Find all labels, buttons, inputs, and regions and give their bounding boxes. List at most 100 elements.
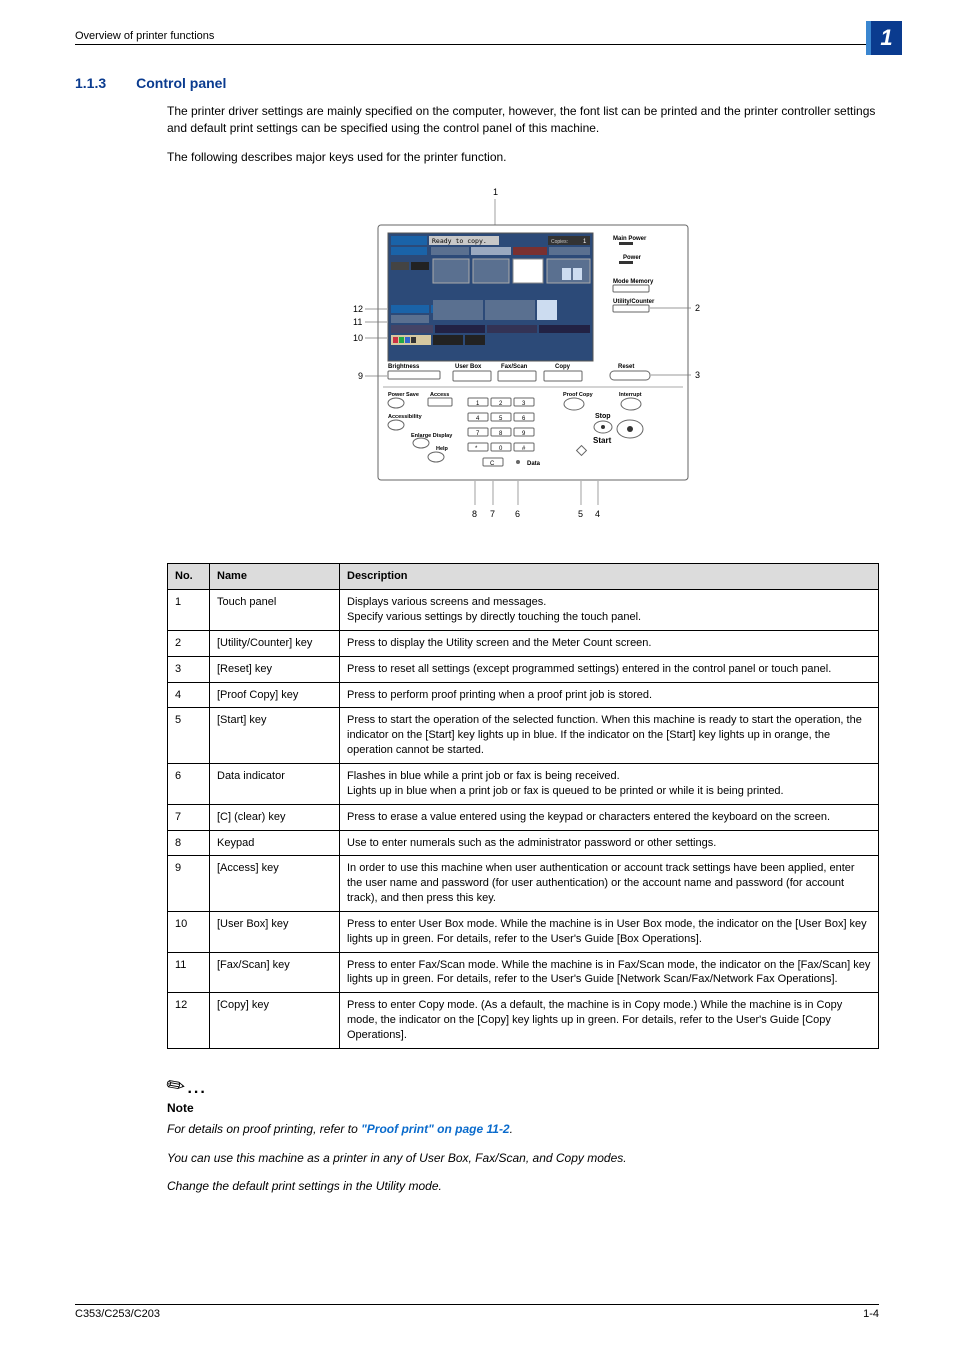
svg-text:2: 2	[695, 303, 700, 313]
section-title: Control panel	[136, 75, 226, 91]
table-row: 2[Utility/Counter] keyPress to display t…	[168, 630, 879, 656]
cell-name: [Reset] key	[210, 656, 340, 682]
svg-text:5: 5	[578, 509, 583, 519]
svg-text:12: 12	[353, 304, 363, 314]
note-icon: ✎...	[167, 1073, 879, 1099]
cell-desc: Press to display the Utility screen and …	[340, 630, 879, 656]
svg-text:Utility/Counter: Utility/Counter	[613, 299, 655, 305]
note-1: For details on proof printing, refer to …	[167, 1121, 879, 1138]
note-1-pre: For details on proof printing, refer to	[167, 1122, 361, 1136]
cell-name: Touch panel	[210, 590, 340, 631]
cell-name: [User Box] key	[210, 911, 340, 952]
cell-desc: Press to enter Fax/Scan mode. While the …	[340, 952, 879, 993]
cell-name: [C] (clear) key	[210, 804, 340, 830]
cell-name: [Utility/Counter] key	[210, 630, 340, 656]
table-row: 7[C] (clear) keyPress to erase a value e…	[168, 804, 879, 830]
cell-no: 11	[168, 952, 210, 993]
svg-text:Reset: Reset	[618, 364, 634, 370]
cell-no: 12	[168, 993, 210, 1049]
svg-text:4: 4	[595, 509, 600, 519]
para-intro-1: The printer driver settings are mainly s…	[167, 103, 879, 137]
svg-text:C: C	[490, 461, 495, 467]
cell-desc: Press to enter User Box mode. While the …	[340, 911, 879, 952]
note-1-link[interactable]: "Proof print" on page 11-2	[361, 1122, 510, 1136]
note-label: Note	[167, 1101, 879, 1115]
note-3: Change the default print settings in the…	[167, 1178, 879, 1195]
svg-text:10: 10	[353, 333, 363, 343]
svg-text:Proof Copy: Proof Copy	[563, 392, 594, 398]
svg-text:User Box: User Box	[455, 364, 482, 370]
table-row: 3[Reset] keyPress to reset all settings …	[168, 656, 879, 682]
cell-desc: Displays various screens and messages. S…	[340, 590, 879, 631]
table-row: 9[Access] keyIn order to use this machin…	[168, 856, 879, 912]
table-row: 6Data indicatorFlashes in blue while a p…	[168, 763, 879, 804]
svg-text:Interrupt: Interrupt	[619, 392, 642, 398]
svg-text:Start: Start	[593, 436, 612, 445]
table-row: 1Touch panelDisplays various screens and…	[168, 590, 879, 631]
cell-desc: In order to use this machine when user a…	[340, 856, 879, 912]
cell-desc: Flashes in blue while a print job or fax…	[340, 763, 879, 804]
chapter-badge: 1	[866, 21, 902, 55]
svg-text:7: 7	[490, 509, 495, 519]
svg-text:Main Power: Main Power	[613, 236, 647, 242]
cell-no: 9	[168, 856, 210, 912]
cell-no: 6	[168, 763, 210, 804]
table-row: 5[Start] keyPress to start the operation…	[168, 708, 879, 764]
section-heading: 1.1.3 Control panel	[75, 75, 879, 91]
cell-desc: Press to reset all settings (except prog…	[340, 656, 879, 682]
svg-text:Mode Memory: Mode Memory	[613, 279, 654, 285]
cell-no: 4	[168, 682, 210, 708]
svg-text:6: 6	[515, 509, 520, 519]
cell-name: Data indicator	[210, 763, 340, 804]
svg-text:Copy: Copy	[555, 364, 571, 370]
control-panel-diagram: 1 Ready to copy. Copies: 1	[323, 185, 723, 528]
cell-desc: Press to enter Copy mode. (As a default,…	[340, 993, 879, 1049]
cell-desc: Press to erase a value entered using the…	[340, 804, 879, 830]
cell-no: 2	[168, 630, 210, 656]
section-number: 1.1.3	[75, 75, 106, 91]
chapter-number: 1	[880, 25, 892, 51]
svg-text:Accessibility: Accessibility	[388, 414, 423, 420]
cell-name: [Fax/Scan] key	[210, 952, 340, 993]
svg-text:11: 11	[353, 317, 362, 327]
callout-1: 1	[493, 187, 498, 197]
cell-name: Keypad	[210, 830, 340, 856]
note-1-post: .	[510, 1122, 513, 1136]
cell-name: [Copy] key	[210, 993, 340, 1049]
th-no: No.	[168, 564, 210, 590]
svg-text:Help: Help	[436, 446, 449, 452]
svg-text:Copies:: Copies:	[551, 239, 568, 245]
table-row: 11[Fax/Scan] keyPress to enter Fax/Scan …	[168, 952, 879, 993]
cell-desc: Use to enter numerals such as the admini…	[340, 830, 879, 856]
svg-text:Brightness: Brightness	[388, 364, 420, 370]
svg-text:Data: Data	[527, 461, 541, 467]
svg-text:Fax/Scan: Fax/Scan	[501, 364, 528, 370]
svg-text:Power Save: Power Save	[388, 392, 419, 398]
th-name: Name	[210, 564, 340, 590]
cell-desc: Press to start the operation of the sele…	[340, 708, 879, 764]
svg-text:8: 8	[472, 509, 477, 519]
page-footer: C353/C253/C203 1-4	[75, 1304, 879, 1320]
table-row: 4[Proof Copy] keyPress to perform proof …	[168, 682, 879, 708]
status-text: Ready to copy.	[432, 237, 487, 245]
th-desc: Description	[340, 564, 879, 590]
svg-text:Stop: Stop	[595, 413, 611, 420]
cell-name: [Proof Copy] key	[210, 682, 340, 708]
svg-text:Access: Access	[430, 392, 449, 398]
cell-no: 3	[168, 656, 210, 682]
table-row: 12[Copy] keyPress to enter Copy mode. (A…	[168, 993, 879, 1049]
cell-desc: Press to perform proof printing when a p…	[340, 682, 879, 708]
cell-no: 10	[168, 911, 210, 952]
para-intro-2: The following describes major keys used …	[167, 149, 879, 166]
cell-no: 8	[168, 830, 210, 856]
table-row: 8KeypadUse to enter numerals such as the…	[168, 830, 879, 856]
footer-right: 1-4	[863, 1308, 879, 1320]
cell-no: 7	[168, 804, 210, 830]
svg-text:9: 9	[358, 371, 363, 381]
page-header: Overview of printer functions	[75, 30, 879, 45]
cell-no: 5	[168, 708, 210, 764]
table-row: 10[User Box] keyPress to enter User Box …	[168, 911, 879, 952]
control-panel-table: No. Name Description 1Touch panelDisplay…	[167, 563, 879, 1048]
cell-no: 1	[168, 590, 210, 631]
note-2: You can use this machine as a printer in…	[167, 1150, 879, 1167]
